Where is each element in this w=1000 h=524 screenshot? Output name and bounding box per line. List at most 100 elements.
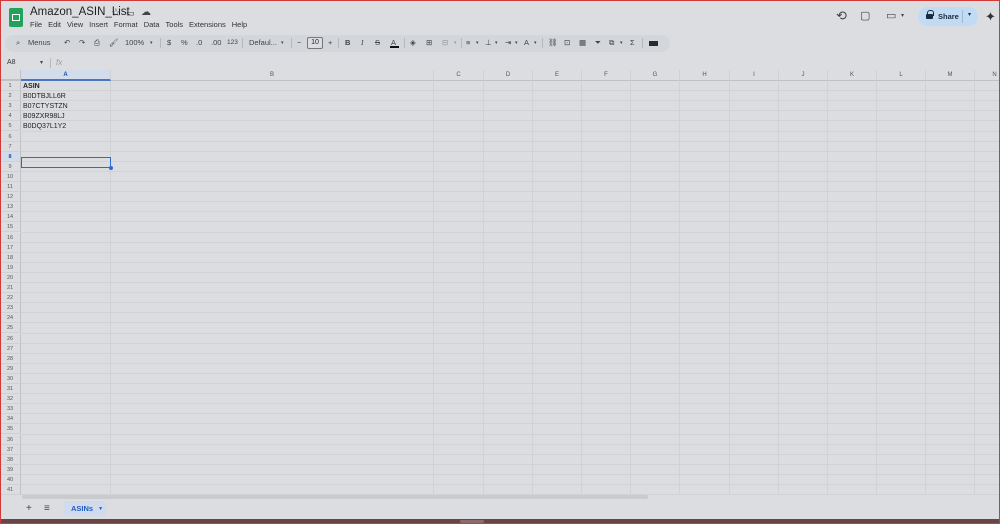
row-header-28[interactable]: 28 (0, 353, 21, 364)
star-icon[interactable]: ☆ (111, 6, 121, 19)
row-header-1[interactable]: 1 (0, 81, 21, 92)
row-header-19[interactable]: 19 (0, 262, 21, 273)
row-header-20[interactable]: 20 (0, 272, 21, 283)
cell-a5[interactable]: B0DQ37L1Y2 (23, 122, 66, 132)
menu-insert[interactable]: Insert (89, 20, 111, 29)
row-header-11[interactable]: 11 (0, 182, 21, 193)
select-all-corner[interactable] (0, 70, 21, 81)
more-formats-button[interactable]: 123 (227, 38, 238, 48)
selected-cell-outline[interactable] (21, 157, 111, 168)
sheets-logo-icon[interactable] (9, 8, 23, 27)
zoom-select[interactable]: 100% (125, 38, 144, 48)
row-header-41[interactable]: 41 (0, 485, 21, 495)
row-header-10[interactable]: 10 (0, 171, 21, 182)
row-header-38[interactable]: 38 (0, 454, 21, 465)
chevron-down-icon[interactable]: ▾ (40, 59, 43, 66)
row-header-36[interactable]: 36 (0, 434, 21, 445)
meet-icon[interactable]: ▭ (886, 9, 896, 22)
font-size-input[interactable]: 10 (307, 37, 323, 49)
row-header-34[interactable]: 34 (0, 414, 21, 425)
row-header-21[interactable]: 21 (0, 283, 21, 294)
cell-a2[interactable]: B0DTBJLL6R (23, 92, 66, 102)
search-icon[interactable]: ⌕ (16, 38, 20, 48)
row-header-14[interactable]: 14 (0, 212, 21, 223)
row-header-33[interactable]: 33 (0, 404, 21, 415)
font-select[interactable]: Defaul... (249, 38, 277, 48)
name-box[interactable]: A8 (7, 59, 16, 66)
row-header-18[interactable]: 18 (0, 252, 21, 263)
gemini-sparkle-icon[interactable]: ✦ (985, 9, 996, 25)
row-header-13[interactable]: 13 (0, 202, 21, 213)
menu-extensions[interactable]: Extensions (189, 20, 229, 29)
row-header-9[interactable]: 9 (0, 161, 21, 172)
chevron-down-icon[interactable]: ▾ (534, 38, 537, 48)
row-header-7[interactable]: 7 (0, 141, 21, 152)
chevron-down-icon[interactable]: ▾ (515, 38, 518, 48)
row-header-35[interactable]: 35 (0, 424, 21, 435)
column-header-g[interactable]: G (631, 70, 680, 81)
row-header-40[interactable]: 40 (0, 474, 21, 485)
row-header-12[interactable]: 12 (0, 192, 21, 203)
cell-a4[interactable]: B09ZXR98LJ (23, 112, 65, 122)
bold-button[interactable]: B (345, 38, 350, 48)
row-header-24[interactable]: 24 (0, 313, 21, 324)
menu-edit[interactable]: Edit (48, 20, 64, 29)
undo-icon[interactable]: ↶ (64, 38, 70, 48)
chevron-down-icon[interactable]: ▾ (454, 38, 457, 48)
paint-format-icon[interactable]: 🖌 (109, 38, 119, 48)
fill-color-icon[interactable]: ◈ (410, 38, 416, 48)
merge-cells-icon[interactable]: ⊟ (442, 38, 448, 48)
percent-button[interactable]: % (181, 38, 188, 48)
share-button[interactable]: Share ▾ (918, 7, 978, 26)
column-header-l[interactable]: L (877, 70, 926, 81)
row-header-30[interactable]: 30 (0, 373, 21, 384)
increase-decimal-button[interactable]: .00 (211, 38, 221, 48)
hide-menus-icon[interactable] (649, 41, 658, 46)
align-left-icon[interactable]: ≡ (466, 38, 470, 48)
resize-handle[interactable] (460, 520, 484, 523)
filter-icon[interactable]: ⏷ (595, 38, 601, 48)
comments-icon[interactable]: ▢ (860, 9, 870, 22)
row-header-16[interactable]: 16 (0, 232, 21, 243)
row-header-39[interactable]: 39 (0, 464, 21, 475)
column-header-e[interactable]: E (533, 70, 582, 81)
search-menus[interactable]: Menus (28, 38, 51, 48)
chevron-down-icon[interactable]: ▾ (495, 38, 498, 48)
row-header-5[interactable]: 5 (0, 121, 21, 132)
spreadsheet-grid[interactable]: A B C D E F G H I J K L M N 1 2 3 4 5 6 7 8 9 10 11 12 13 14 15 16 17 1… (0, 70, 1000, 495)
text-rotate-icon[interactable]: A (524, 38, 529, 48)
chevron-down-icon[interactable]: ▾ (968, 11, 971, 18)
column-header-n[interactable]: N (975, 70, 1000, 81)
row-header-17[interactable]: 17 (0, 242, 21, 253)
cell-a1[interactable]: ASIN (23, 82, 40, 92)
row-header-2[interactable]: 2 (0, 91, 21, 102)
row-header-32[interactable]: 32 (0, 394, 21, 405)
chevron-down-icon[interactable]: ▾ (150, 38, 153, 48)
row-header-15[interactable]: 15 (0, 222, 21, 233)
column-header-b[interactable]: B (111, 70, 434, 81)
chevron-down-icon[interactable]: ▼ (98, 506, 103, 512)
all-sheets-icon[interactable]: ≡ (44, 503, 50, 514)
column-header-f[interactable]: F (582, 70, 631, 81)
menu-help[interactable]: Help (232, 20, 250, 29)
column-header-c[interactable]: C (434, 70, 484, 81)
menu-file[interactable]: File (30, 20, 45, 29)
row-header-25[interactable]: 25 (0, 323, 21, 334)
add-sheet-button[interactable]: + (26, 503, 32, 514)
column-header-j[interactable]: J (779, 70, 828, 81)
fill-handle[interactable] (109, 166, 113, 170)
chevron-down-icon[interactable]: ▾ (281, 38, 284, 48)
column-header-h[interactable]: H (680, 70, 730, 81)
row-header-22[interactable]: 22 (0, 293, 21, 304)
chevron-down-icon[interactable]: ▾ (476, 38, 479, 48)
menu-view[interactable]: View (67, 20, 86, 29)
row-header-27[interactable]: 27 (0, 343, 21, 354)
row-header-4[interactable]: 4 (0, 111, 21, 122)
vertical-align-icon[interactable]: ⊥ (485, 38, 492, 48)
row-header-29[interactable]: 29 (0, 363, 21, 374)
cell-a3[interactable]: B07CTYSTZN (23, 102, 68, 112)
row-header-31[interactable]: 31 (0, 384, 21, 395)
chevron-down-icon[interactable]: ▾ (901, 12, 904, 19)
row-header-37[interactable]: 37 (0, 444, 21, 455)
version-history-icon[interactable]: ⟲ (836, 8, 847, 24)
